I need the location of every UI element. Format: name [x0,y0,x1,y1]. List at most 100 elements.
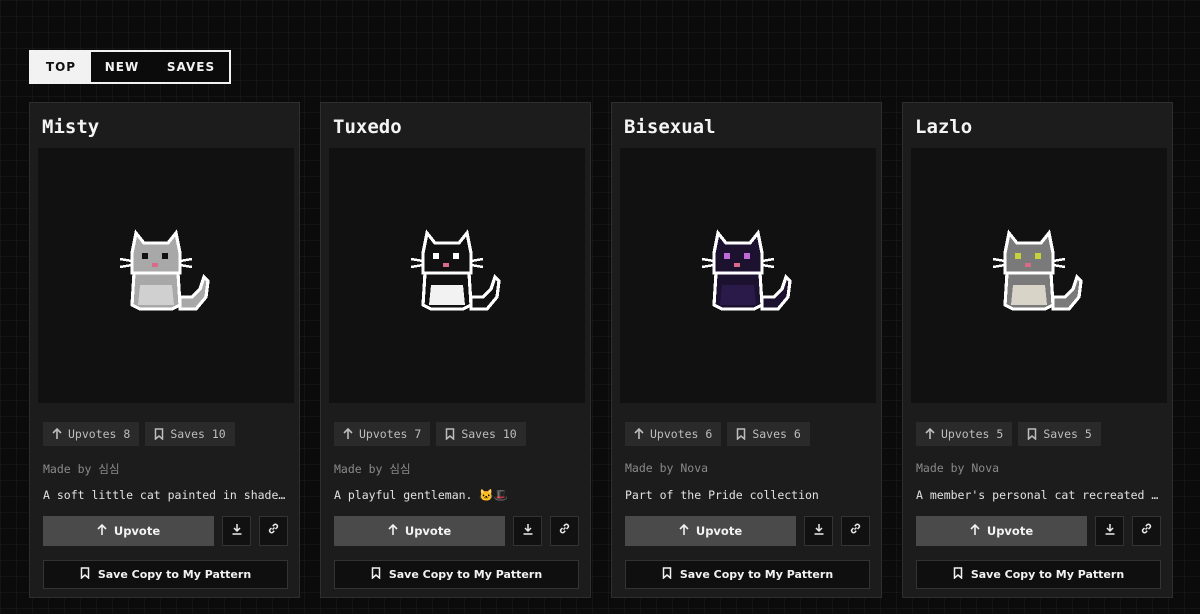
saves-count-label: Saves 5 [1043,427,1092,441]
tab-top[interactable]: TOP [31,52,91,82]
download-button[interactable] [513,516,542,546]
save-copy-button[interactable]: Save Copy to My Pattern [334,560,579,589]
save-copy-label: Save Copy to My Pattern [679,568,834,581]
save-copy-button[interactable]: Save Copy to My Pattern [43,560,288,589]
arrow-up-icon [52,427,62,440]
saves-stat: Saves 5 [1018,422,1101,446]
download-icon [522,522,534,540]
pixel-cat-image [989,225,1089,326]
arrow-up-icon [388,523,398,539]
card-stats: Upvotes 5 Saves 5 [916,422,1101,446]
pattern-card: Misty Upvotes 8 Saves 10 Made by 심심 A so… [29,102,300,598]
copy-link-button[interactable] [1132,516,1161,546]
author-label: Made by Nova [916,461,1000,475]
card-stats: Upvotes 7 Saves 10 [334,422,526,446]
arrow-up-icon [97,523,107,539]
pixel-cat-image [407,225,507,326]
download-button[interactable] [222,516,251,546]
upvotes-count-label: Upvotes 5 [941,427,1004,441]
saves-count-label: Saves 6 [752,427,801,441]
copy-link-button[interactable] [259,516,288,546]
pixel-cat-image [116,225,216,326]
bookmark-icon [80,567,90,582]
saves-count-label: Saves 10 [461,427,517,441]
download-button[interactable] [804,516,833,546]
upvotes-stat: Upvotes 6 [625,422,722,446]
download-icon [231,522,243,540]
upvote-button[interactable]: Upvote [43,516,214,546]
card-actions: Upvote [916,516,1161,546]
upvote-button[interactable]: Upvote [916,516,1087,546]
upvote-button-label: Upvote [986,524,1034,538]
arrow-up-icon [634,427,644,440]
pattern-card: Bisexual Upvotes 6 Saves 6 Made by Nova … [611,102,882,598]
link-icon [267,522,280,540]
card-stats: Upvotes 6 Saves 6 [625,422,810,446]
upvotes-stat: Upvotes 5 [916,422,1013,446]
author-label: Made by Nova [625,461,709,475]
tab-saves[interactable]: SAVES [153,52,229,82]
download-icon [1104,522,1116,540]
author-label: Made by 심심 [334,462,411,476]
arrow-up-icon [679,523,689,539]
save-copy-label: Save Copy to My Pattern [388,568,543,581]
card-stats: Upvotes 8 Saves 10 [43,422,235,446]
card-actions: Upvote [625,516,870,546]
upvotes-stat: Upvotes 8 [43,422,140,446]
bookmark-icon [371,567,381,582]
pattern-preview[interactable] [911,148,1167,403]
pattern-preview[interactable] [329,148,585,403]
bookmark-icon [953,567,963,582]
card-description: A soft little cat painted in shades of g… [43,488,291,502]
saves-count-label: Saves 10 [170,427,226,441]
save-copy-button[interactable]: Save Copy to My Pattern [625,560,870,589]
link-icon [558,522,571,540]
upvotes-count-label: Upvotes 6 [650,427,713,441]
save-copy-label: Save Copy to My Pattern [97,568,252,581]
link-icon [1140,522,1153,540]
sort-tabs: TOP NEW SAVES [29,50,231,84]
saves-stat: Saves 10 [436,422,526,446]
upvote-button[interactable]: Upvote [625,516,796,546]
bookmark-icon [662,567,672,582]
link-icon [849,522,862,540]
download-button[interactable] [1095,516,1124,546]
upvotes-stat: Upvotes 7 [334,422,431,446]
upvote-button[interactable]: Upvote [334,516,505,546]
upvote-button-label: Upvote [113,524,161,538]
card-title[interactable]: Misty [42,116,99,138]
bookmark-icon [1027,428,1037,441]
save-copy-label: Save Copy to My Pattern [970,568,1125,581]
upvotes-count-label: Upvotes 7 [359,427,422,441]
pixel-cat-image [698,225,798,326]
card-title[interactable]: Bisexual [624,116,716,138]
download-icon [813,522,825,540]
arrow-up-icon [970,523,980,539]
card-actions: Upvote [43,516,288,546]
card-description: A playful gentleman. 🐱🎩 [334,488,509,502]
card-title[interactable]: Tuxedo [333,116,402,138]
pattern-preview[interactable] [38,148,294,403]
upvote-button-label: Upvote [404,524,452,538]
bookmark-icon [445,428,455,441]
arrow-up-icon [343,427,353,440]
arrow-up-icon [925,427,935,440]
saves-stat: Saves 10 [145,422,235,446]
saves-stat: Saves 6 [727,422,810,446]
upvotes-count-label: Upvotes 8 [68,427,131,441]
author-label: Made by 심심 [43,462,120,476]
pattern-card: Lazlo Upvotes 5 Saves 5 Made by Nova A m… [902,102,1173,598]
pattern-card: Tuxedo Upvotes 7 Saves 10 Made by 심심 A p… [320,102,591,598]
pattern-preview[interactable] [620,148,876,403]
card-title[interactable]: Lazlo [915,116,972,138]
pattern-grid: Misty Upvotes 8 Saves 10 Made by 심심 A so… [29,102,1173,598]
copy-link-button[interactable] [841,516,870,546]
card-actions: Upvote [334,516,579,546]
upvote-button-label: Upvote [695,524,743,538]
tab-new[interactable]: NEW [91,52,153,82]
card-description: Part of the Pride collection [625,488,819,502]
bookmark-icon [154,428,164,441]
copy-link-button[interactable] [550,516,579,546]
card-description: A member's personal cat recreated in pix… [916,488,1164,502]
save-copy-button[interactable]: Save Copy to My Pattern [916,560,1161,589]
